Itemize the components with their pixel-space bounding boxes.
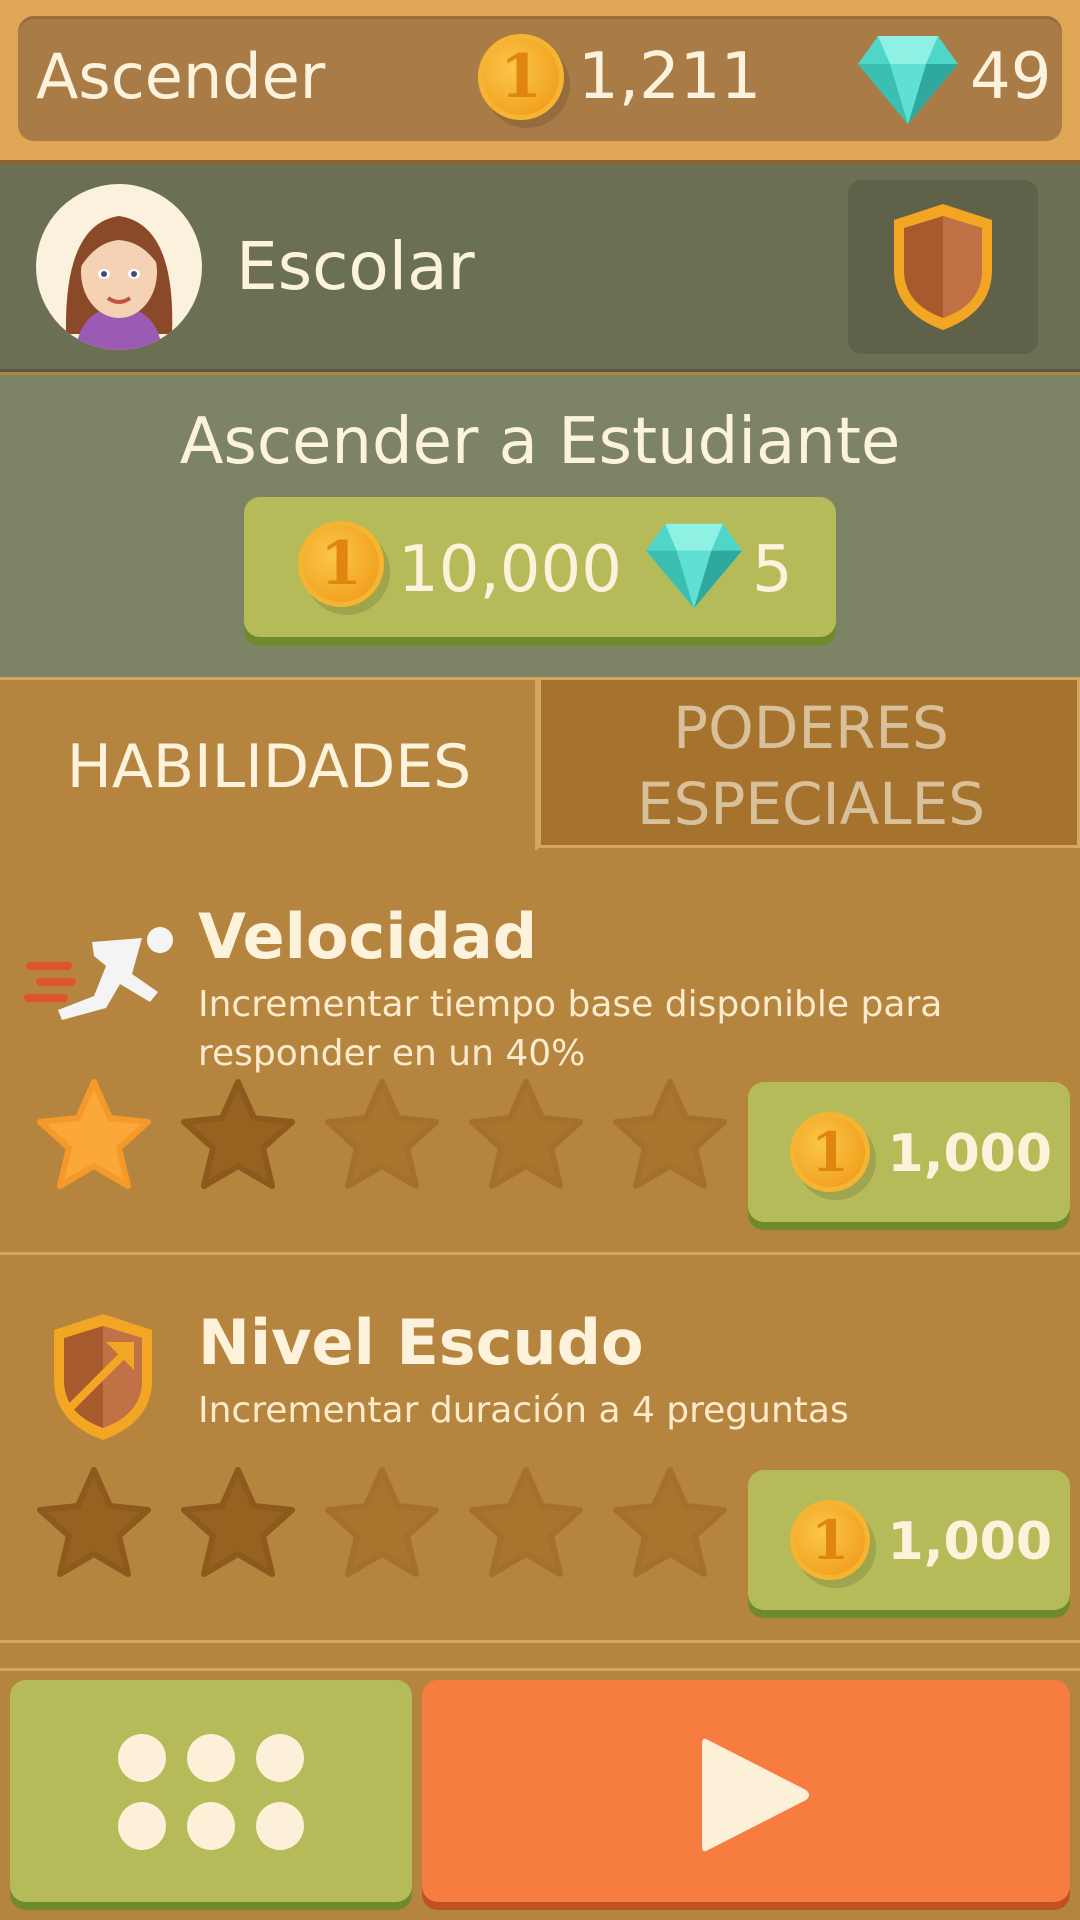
ascend-gem-cost: 5: [752, 533, 793, 607]
divider: [0, 1668, 1080, 1671]
coin-icon: [790, 1500, 870, 1580]
gem-balance: 49: [970, 40, 1052, 114]
coin-icon: [478, 34, 564, 120]
shield-upgrade-icon: [54, 1314, 152, 1440]
star-locked-icon: [469, 1079, 583, 1189]
skill-title: Nivel Escudo: [198, 1306, 644, 1379]
coin-icon: [790, 1112, 870, 1192]
bronze-shield-icon: [894, 204, 992, 330]
star-locked-icon: [325, 1079, 439, 1189]
top-bar-panel: Ascender 1,211 49: [18, 16, 1062, 141]
tab-bar: HABILIDADES PODERES ESPECIALES: [0, 680, 1080, 850]
tab-label: PODERES ESPECIALES: [636, 694, 986, 838]
ascend-panel: Ascender a Estudiante 10,000 5: [0, 375, 1080, 680]
star-empty-icon: [37, 1467, 151, 1577]
top-bar: Ascender 1,211 49: [0, 0, 1080, 164]
rank-name: Escolar: [236, 228, 475, 305]
coin-balance: 1,211: [578, 40, 762, 114]
skill-description: Incrementar duración a 4 preguntas: [198, 1390, 849, 1431]
tab-poderes-especiales[interactable]: PODERES ESPECIALES: [538, 680, 1080, 848]
divider: [0, 1640, 1080, 1643]
menu-button[interactable]: [10, 1680, 412, 1902]
skill-title: Velocidad: [198, 900, 538, 973]
ascend-title: Ascender a Estudiante: [179, 405, 901, 479]
star-locked-icon: [469, 1467, 583, 1577]
star-filled-icon: [37, 1079, 151, 1189]
divider: [0, 1252, 1080, 1255]
rank-badge-button[interactable]: [848, 180, 1038, 354]
skill-cost: 1,000: [887, 1512, 1052, 1572]
skill-row-nivel-escudo: Nivel Escudo Incrementar duración a 4 pr…: [0, 1288, 1080, 1638]
avatar-woman-icon[interactable]: [36, 184, 202, 350]
ascend-coin-cost: 10,000: [398, 533, 622, 607]
ascend-button[interactable]: 10,000 5: [244, 497, 836, 637]
play-icon: [702, 1738, 809, 1852]
play-button[interactable]: [422, 1680, 1070, 1902]
star-empty-icon: [181, 1467, 295, 1577]
screen-title: Ascender: [36, 40, 326, 113]
diamond-icon: [645, 523, 743, 609]
star-locked-icon: [613, 1079, 727, 1189]
skill-description: Incrementar tiempo base disponible para …: [198, 984, 943, 1074]
coin-icon: [298, 521, 384, 607]
tab-label: HABILIDADES: [66, 732, 472, 802]
running-man-icon: [24, 927, 173, 1020]
tab-habilidades[interactable]: HABILIDADES: [0, 680, 538, 850]
buy-nivel-escudo-button[interactable]: 1,000: [748, 1470, 1070, 1610]
star-locked-icon: [613, 1467, 727, 1577]
star-locked-icon: [325, 1467, 439, 1577]
skill-cost: 1,000: [887, 1124, 1052, 1184]
diamond-icon: [858, 36, 958, 124]
profile-row: Escolar: [0, 164, 1080, 372]
star-empty-icon: [181, 1079, 295, 1189]
skill-row-velocidad: Velocidad Incrementar tiempo base dispon…: [0, 880, 1080, 1250]
buy-velocidad-button[interactable]: 1,000: [748, 1082, 1070, 1222]
